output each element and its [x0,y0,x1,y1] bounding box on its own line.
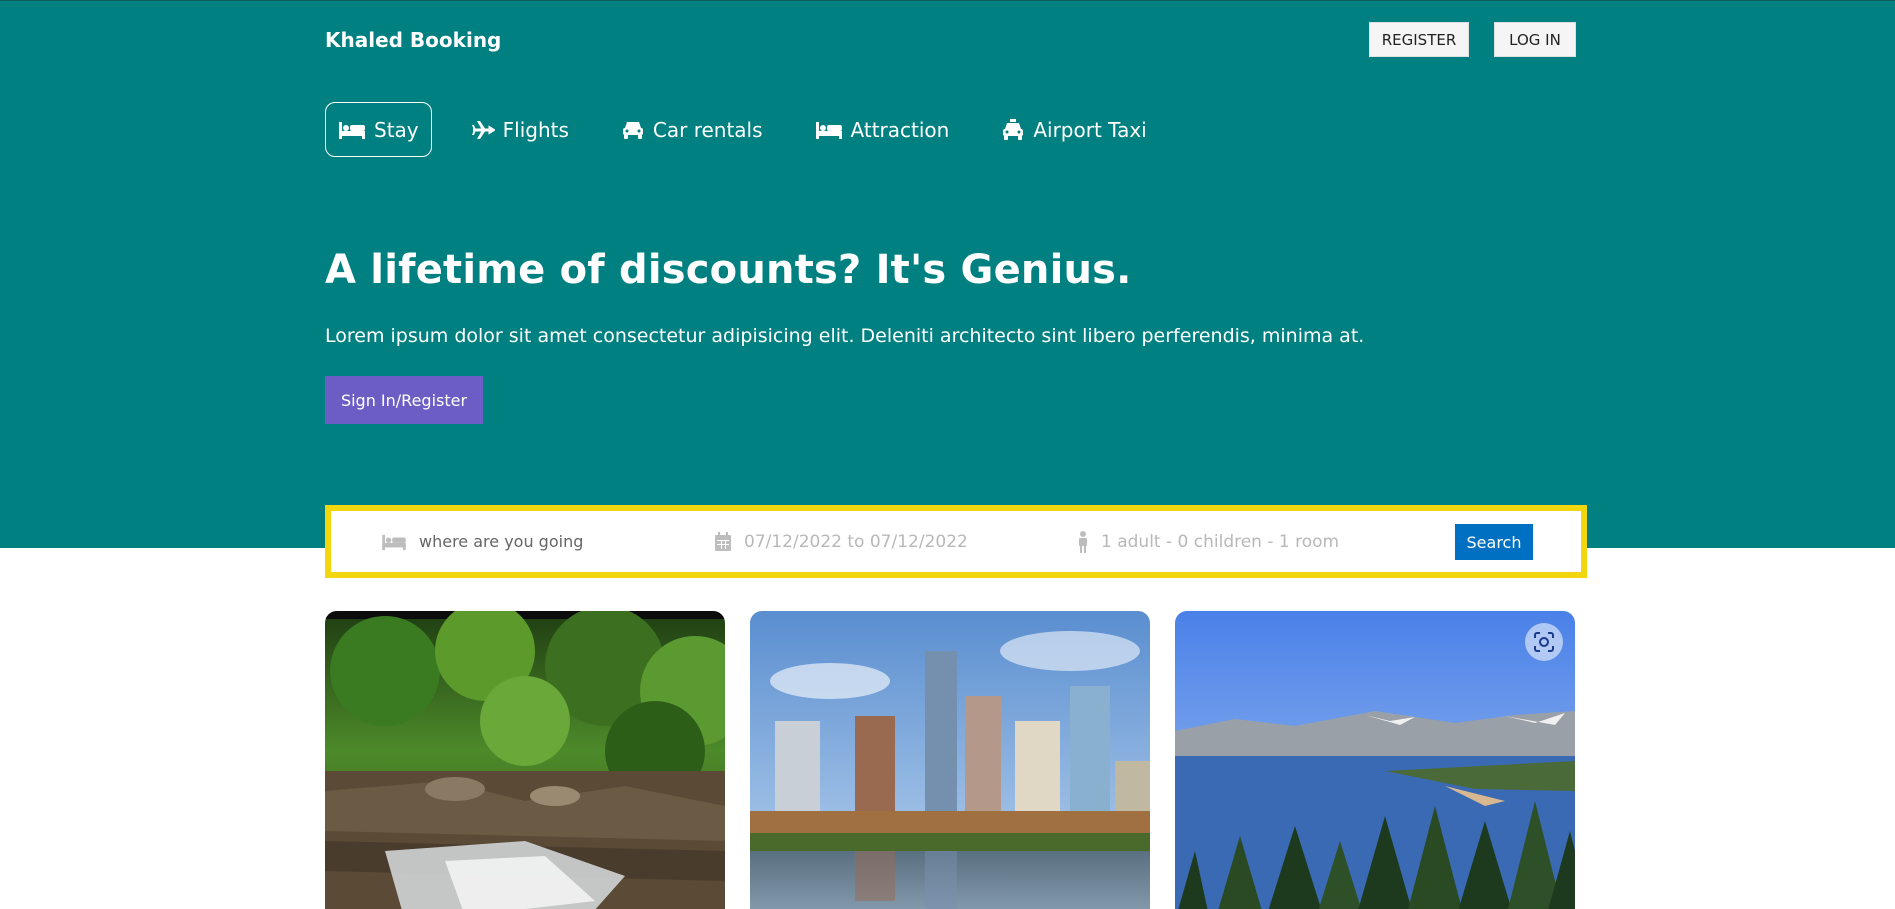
login-button[interactable]: LOG IN [1494,22,1576,57]
lens-icon [1534,632,1554,652]
date-range-text: 07/12/2022 to 07/12/2022 [744,531,968,552]
hero-subtitle: Lorem ipsum dolor sit amet consectetur a… [325,325,1365,347]
nav-bar: Stay Flights Car rentals Attraction Airp… [325,102,1186,157]
bed-icon [382,534,406,550]
featured-card-city[interactable] [750,611,1150,909]
destination-input[interactable] [419,532,659,551]
header-hero: Khaled Booking REGISTER LOG IN Stay Flig… [0,0,1895,548]
taxi-icon [1003,118,1024,140]
nav-item-car-rentals[interactable]: Car rentals [608,102,776,157]
date-range-field[interactable]: 07/12/2022 to 07/12/2022 [714,511,968,572]
hero-title: A lifetime of discounts? It's Genius. [325,247,1132,293]
person-icon [1079,530,1087,553]
register-button[interactable]: REGISTER [1369,22,1469,57]
destination-field[interactable] [381,511,659,572]
guests-field[interactable]: 1 adult - 0 children - 1 room [1077,511,1339,572]
nav-item-airport-taxi[interactable]: Airport Taxi [988,102,1159,157]
nav-label: Stay [374,117,419,142]
search-bar: 07/12/2022 to 07/12/2022 1 adult - 0 chi… [325,505,1587,578]
nav-item-flights[interactable]: Flights [458,102,582,157]
plane-icon [471,120,495,139]
car-icon [622,121,643,139]
featured-card-waterfall[interactable] [325,611,725,909]
nav-label: Car rentals [652,117,763,142]
search-button[interactable]: Search [1455,524,1533,560]
nav-label: Airport Taxi [1033,117,1147,142]
visual-search-button[interactable] [1525,623,1563,661]
sign-in-register-button[interactable]: Sign In/Register [325,376,483,424]
calendar-icon [715,531,731,551]
bed-icon [339,121,365,139]
lake-image [1175,611,1575,909]
nav-label: Attraction [850,117,950,142]
bed-icon [815,121,842,139]
brand-logo[interactable]: Khaled Booking [325,28,501,52]
nav-label: Flights [502,117,569,142]
city-skyline-image [750,611,1150,909]
nav-item-attraction[interactable]: Attraction [802,102,963,157]
guests-text: 1 adult - 0 children - 1 room [1101,531,1340,552]
waterfall-image [325,611,725,909]
nav-item-stay[interactable]: Stay [325,102,432,157]
featured-card-lake[interactable] [1175,611,1575,909]
